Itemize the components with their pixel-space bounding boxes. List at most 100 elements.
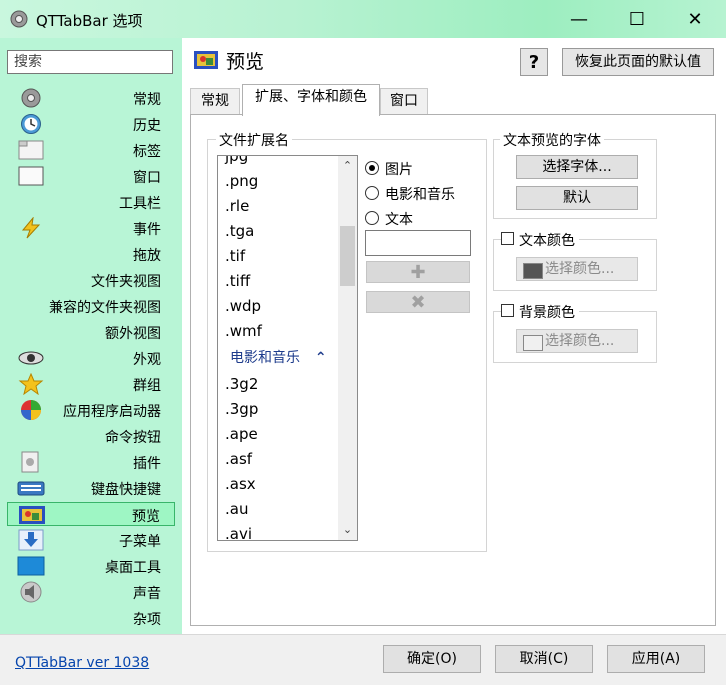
sidebar-item-label: 群组 xyxy=(133,378,161,394)
scroll-down-icon[interactable]: ⌄ xyxy=(338,520,357,540)
list-item[interactable]: .au xyxy=(218,497,336,522)
radio-text-label: 文本 xyxy=(385,212,413,228)
sidebar-item-label: 桌面工具 xyxy=(105,560,161,576)
sidebar-item-15[interactable]: 键盘快捷键 xyxy=(7,476,175,500)
sidebar-item-label: 文件夹视图 xyxy=(91,274,161,290)
minimize-button[interactable]: — xyxy=(550,0,608,38)
radio-image-label: 图片 xyxy=(385,162,413,178)
scrollbar-thumb[interactable] xyxy=(340,226,355,286)
sidebar-item-13[interactable]: 命令按钮 xyxy=(7,424,175,448)
desktop-icon xyxy=(17,555,45,577)
x-icon: ✖ xyxy=(410,291,426,313)
sidebar-item-2[interactable]: 标签 xyxy=(7,138,175,162)
list-group-header[interactable]: 电影和音乐 ⌃ xyxy=(218,344,336,372)
sidebar-item-17[interactable]: 子菜单 xyxy=(7,528,175,552)
sidebar-item-12[interactable]: 应用程序启动器 xyxy=(7,398,175,422)
list-item[interactable]: .rle xyxy=(218,194,336,219)
remove-extension-button[interactable]: ✖ xyxy=(366,291,470,313)
list-item[interactable]: .ape xyxy=(218,422,336,447)
sidebar-item-1[interactable]: 历史 xyxy=(7,112,175,136)
close-button[interactable]: ✕ xyxy=(666,0,724,38)
sidebar-item-3[interactable]: 窗口 xyxy=(7,164,175,188)
background-color-checkbox[interactable]: 背景颜色 xyxy=(501,302,579,321)
list-item[interactable]: .asx xyxy=(218,472,336,497)
background-color-label: 背景颜色 xyxy=(519,305,575,321)
sidebar-item-label: 历史 xyxy=(133,118,161,134)
extension-list[interactable]: jpg .png .rle .tga .tif .tiff .wdp .wmf 电影和音乐 ⌃.… xyxy=(217,155,358,541)
sidebar-item-8[interactable]: 兼容的文件夹视图 xyxy=(7,294,175,318)
list-item[interactable]: .png xyxy=(218,169,336,194)
eye-icon xyxy=(17,347,45,369)
sidebar-item-14[interactable]: 插件 xyxy=(7,450,175,474)
choose-background-color-button[interactable]: 选择颜色... xyxy=(516,329,638,353)
down-arrow-icon xyxy=(17,529,45,551)
maximize-button[interactable]: ☐ xyxy=(608,0,666,38)
list-item[interactable]: .tiff xyxy=(218,269,336,294)
list-item[interactable]: .asf xyxy=(218,447,336,472)
text-color-group: 文本颜色 选择颜色... xyxy=(493,230,657,291)
font-group-title: 文本预览的字体 xyxy=(500,130,604,150)
text-color-checkbox[interactable]: 文本颜色 xyxy=(501,230,579,249)
speaker-icon xyxy=(17,581,45,603)
ok-button[interactable]: 确定(O) xyxy=(383,645,481,673)
apply-button[interactable]: 应用(A) xyxy=(607,645,705,673)
sidebar-item-5[interactable]: 事件 xyxy=(7,216,175,240)
page-title: 预览 xyxy=(226,51,265,73)
sidebar-item-19[interactable]: 声音 xyxy=(7,580,175,604)
sidebar-item-label: 命令按钮 xyxy=(105,430,161,446)
sidebar-item-10[interactable]: 外观 xyxy=(7,346,175,370)
window-title: QTTabBar 选项 xyxy=(36,12,143,30)
vertical-scrollbar[interactable]: ⌃ ⌄ xyxy=(338,156,357,540)
gear-icon xyxy=(10,10,28,28)
footer: QTTabBar ver 1038 确定(O) 取消(C) 应用(A) xyxy=(0,634,726,685)
sidebar-item-6[interactable]: 拖放 xyxy=(7,242,175,266)
sidebar-item-label: 声音 xyxy=(133,586,161,602)
choose-text-color-button[interactable]: 选择颜色... xyxy=(516,257,638,281)
search-input[interactable]: 搜索 xyxy=(7,50,173,74)
preview-image-icon xyxy=(18,504,46,526)
sidebar-item-label: 窗口 xyxy=(133,170,161,186)
sidebar-item-18[interactable]: 桌面工具 xyxy=(7,554,175,578)
tab-extensions-fonts-colors[interactable]: 扩展、字体和颜色 xyxy=(242,84,380,116)
choose-font-button[interactable]: 选择字体... xyxy=(516,155,638,179)
list-item[interactable]: .wmf xyxy=(218,319,336,344)
version-link[interactable]: QTTabBar ver 1038 xyxy=(15,655,149,671)
list-item[interactable]: .avi xyxy=(218,522,336,540)
tab-general[interactable]: 常规 xyxy=(190,88,240,114)
chevron-up-icon[interactable]: ⌃ xyxy=(310,350,327,366)
cancel-button[interactable]: 取消(C) xyxy=(495,645,593,673)
sidebar-item-label: 预览 xyxy=(132,509,160,525)
list-item[interactable]: .tif xyxy=(218,244,336,269)
sidebar-item-9[interactable]: 额外视图 xyxy=(7,320,175,344)
add-extension-button[interactable]: ✚ xyxy=(366,261,470,283)
radio-dot xyxy=(365,211,379,225)
sidebar-item-20[interactable]: 杂项 xyxy=(7,606,175,630)
help-button[interactable]: ? xyxy=(520,48,548,76)
list-item[interactable]: jpg xyxy=(218,156,336,169)
default-font-button[interactable]: 默认 xyxy=(516,186,638,210)
list-item[interactable]: .3g2 xyxy=(218,372,336,397)
sidebar: 搜索 常规历史标签窗口工具栏 事件 拖放文件夹视图兼容的文件夹视图 额外视图 外观群组应… xyxy=(0,38,182,634)
radio-movies-music-label: 电影和音乐 xyxy=(385,187,455,203)
sidebar-item-0[interactable]: 常规 xyxy=(7,86,175,110)
background-color-swatch xyxy=(523,335,543,351)
sidebar-item-11[interactable]: 群组 xyxy=(7,372,175,396)
font-group: 文本预览的字体 选择字体... 默认 xyxy=(493,130,657,219)
sidebar-item-7[interactable]: 文件夹视图 xyxy=(7,268,175,292)
tab-window[interactable]: 窗口 xyxy=(380,88,428,114)
sidebar-item-label: 标签 xyxy=(133,144,161,160)
checkbox-box xyxy=(501,304,514,317)
checkbox-box xyxy=(501,232,514,245)
background-color-group: 背景颜色 选择颜色... xyxy=(493,302,657,363)
sidebar-item-16[interactable]: 预览 xyxy=(7,502,175,526)
sidebar-item-label: 应用程序启动器 xyxy=(63,404,161,420)
list-item[interactable]: .tga xyxy=(218,219,336,244)
reset-defaults-button[interactable]: 恢复此页面的默认值 xyxy=(562,48,714,76)
window-icon xyxy=(17,165,45,187)
app-launcher-icon xyxy=(17,399,45,421)
sidebar-item-4[interactable]: 工具栏 xyxy=(7,190,175,214)
list-item[interactable]: .wdp xyxy=(218,294,336,319)
extension-input[interactable] xyxy=(365,230,471,256)
scroll-up-icon[interactable]: ⌃ xyxy=(338,156,357,176)
list-item[interactable]: .3gp xyxy=(218,397,336,422)
